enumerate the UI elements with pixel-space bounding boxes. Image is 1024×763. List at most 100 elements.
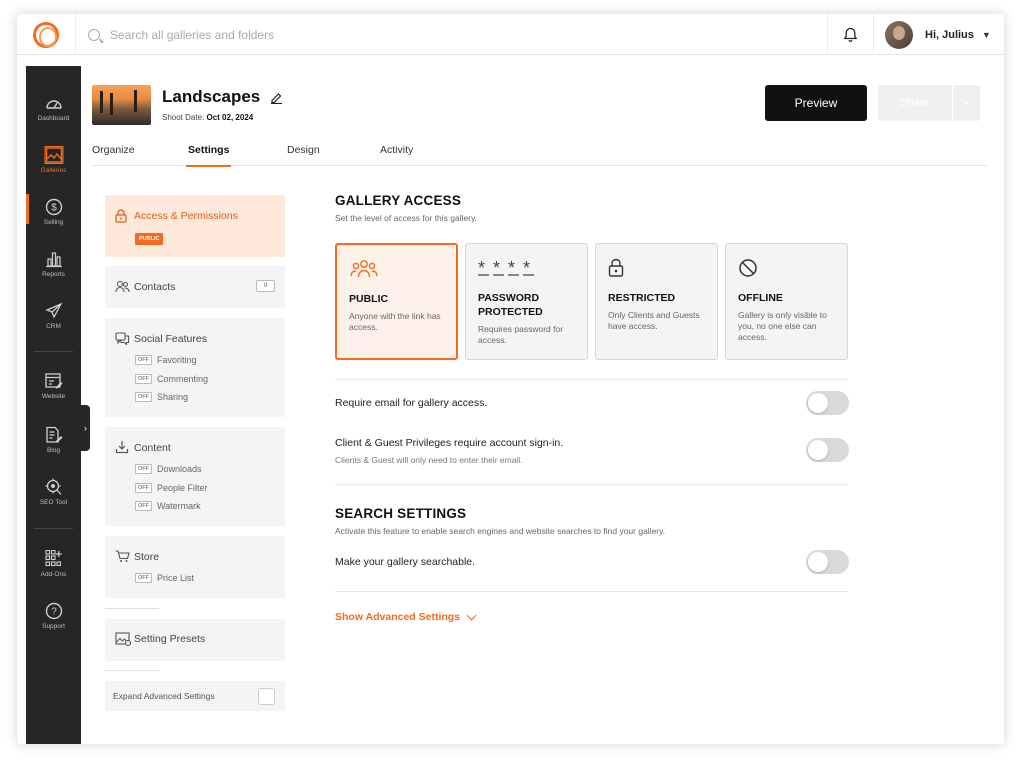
access-option-desc: Gallery is only visible to you, no one e… <box>738 310 827 342</box>
chevron-down-icon <box>466 610 477 620</box>
rail-item-galleries[interactable]: Galleries <box>26 146 81 174</box>
website-icon <box>44 373 62 389</box>
gauge-icon <box>45 100 62 109</box>
gallery-icon <box>44 146 63 164</box>
rail-item-support[interactable]: ? Support <box>26 602 81 630</box>
blog-icon <box>45 426 62 443</box>
rail-item-blog[interactable]: Blog <box>26 426 81 454</box>
sidebar-item-access[interactable]: Access & Permissions PUBLIC <box>105 195 285 257</box>
rail-label: SEO Tool <box>39 499 68 506</box>
tab-organize[interactable]: Organize <box>92 144 135 166</box>
gallery-thumbnail <box>92 85 151 125</box>
shoot-date-label: Shoot Date: <box>162 113 205 122</box>
list-item: OFF Watermark <box>135 501 201 511</box>
sidebar-item-social[interactable]: Social Features OFF Favoriting OFF Comment… <box>105 318 285 417</box>
divider <box>335 379 848 380</box>
rail-item-seo-tool[interactable]: SEO Tool <box>26 478 81 506</box>
rail-item-website[interactable]: Website <box>26 372 81 400</box>
svg-text:$: $ <box>51 203 57 214</box>
access-option-offline[interactable]: OFFLINE Gallery is only visible to you, … <box>725 243 848 360</box>
access-option-title: PASSWORD PROTECTED <box>478 292 543 318</box>
contacts-icon <box>115 280 130 293</box>
rail-divider <box>34 351 73 352</box>
cart-icon <box>115 550 130 562</box>
list-item: OFF Downloads <box>135 464 202 474</box>
chat-icon <box>115 332 130 345</box>
shoot-date: Shoot Date: Oct 02, 2024 <box>162 113 253 122</box>
search-input[interactable] <box>110 27 710 42</box>
blocked-icon <box>739 259 757 277</box>
user-menu[interactable]: Hi, Julius ▼ <box>885 14 991 55</box>
share-label: Share <box>900 97 930 109</box>
sidebar-item-label: Access & Permissions <box>134 210 238 222</box>
status-badge: OFF <box>135 374 152 384</box>
tab-activity[interactable]: Activity <box>380 144 413 166</box>
rail-label: Reports <box>42 271 65 278</box>
access-option-desc: Anyone with the link has access. <box>349 311 441 332</box>
require-email-label: Require email for gallery access. <box>335 397 488 409</box>
status-badge: OFF <box>135 355 152 365</box>
sidebar-item-label: Setting Presets <box>134 633 206 645</box>
sidebar-item-label: Social Features <box>134 333 207 345</box>
access-option-public[interactable]: PUBLIC Anyone with the link has access. <box>335 243 458 360</box>
edit-icon[interactable] <box>270 91 283 104</box>
sidebar-item-presets[interactable]: Setting Presets <box>105 619 285 661</box>
contacts-count: 0 <box>256 280 275 292</box>
notifications-button[interactable] <box>827 14 874 55</box>
svg-text:*: * <box>523 258 530 276</box>
chevron-down-icon[interactable]: ▼ <box>952 85 980 121</box>
preview-button[interactable]: Preview <box>765 85 867 121</box>
sidebar-item-content[interactable]: Content OFF Downloads OFF People Filter OF… <box>105 427 285 526</box>
bell-icon <box>843 27 858 42</box>
feature-label: Commenting <box>157 374 209 384</box>
rail-item-selling[interactable]: $ Selling <box>26 198 81 226</box>
list-item: OFF Price List <box>135 573 194 583</box>
tab-design[interactable]: Design <box>287 144 320 166</box>
rail-item-reports[interactable]: Reports <box>26 250 81 278</box>
app-window: Hi, Julius ▼ Dashboard Galleries $ Selli… <box>17 14 1004 744</box>
rail-item-dashboard[interactable]: Dashboard <box>26 94 81 122</box>
search-icon <box>88 28 100 41</box>
rail-label: Selling <box>43 219 64 226</box>
rail-label: Add-Ons <box>40 571 67 578</box>
show-advanced-settings-link[interactable]: Show Advanced Settings <box>335 610 477 623</box>
feature-label: Downloads <box>157 464 202 474</box>
chevron-right-icon: › <box>84 423 87 433</box>
searchable-toggle[interactable] <box>806 550 849 574</box>
rail-collapse-toggle[interactable]: › <box>81 405 90 451</box>
svg-text:*: * <box>508 258 515 276</box>
expand-advanced-label: Expand Advanced Settings <box>113 691 215 701</box>
status-badge: OFF <box>135 501 152 511</box>
rail-label: Website <box>41 393 66 400</box>
advanced-link-label: Show Advanced Settings <box>335 611 461 623</box>
access-option-desc: Requires password for access. <box>478 324 564 345</box>
status-badge: OFF <box>135 573 152 583</box>
expand-advanced-checkbox[interactable] <box>258 688 275 705</box>
lock-icon <box>115 209 127 223</box>
status-badge: OFF <box>135 464 152 474</box>
addons-icon <box>44 550 62 567</box>
list-item: OFF People Filter <box>135 483 208 493</box>
share-button[interactable]: Share ▼ <box>878 85 980 121</box>
rail-label: Galleries <box>40 167 67 174</box>
privileges-label: Client & Guest Privileges require accoun… <box>335 437 564 449</box>
sidebar-item-contacts[interactable]: Contacts 0 <box>105 266 285 308</box>
rail-item-crm[interactable]: CRM <box>26 302 81 330</box>
brand-logo[interactable] <box>33 22 59 48</box>
privileges-toggle[interactable] <box>806 438 849 462</box>
sidebar-item-label: Content <box>134 442 171 454</box>
tab-settings[interactable]: Settings <box>185 144 232 167</box>
rail-item-add-ons[interactable]: Add-Ons <box>26 550 81 578</box>
sidebar-item-store[interactable]: Store OFF Price List <box>105 536 285 598</box>
access-option-restricted[interactable]: RESTRICTED Only Clients and Guests have … <box>595 243 718 360</box>
require-email-toggle[interactable] <box>806 391 849 415</box>
presets-icon <box>115 632 131 646</box>
access-option-password[interactable]: * * * * PASSWORD PROTECTED Requires passwor… <box>465 243 588 360</box>
access-option-desc: Only Clients and Guests have access. <box>608 310 700 331</box>
bar-chart-icon <box>45 252 62 268</box>
rail-label: Blog <box>46 447 60 454</box>
rail-label: CRM <box>46 323 61 330</box>
rail-label: Dashboard <box>37 115 70 122</box>
tab-bar: Organize Settings Design Activity <box>92 144 987 167</box>
lock-icon <box>608 258 624 277</box>
